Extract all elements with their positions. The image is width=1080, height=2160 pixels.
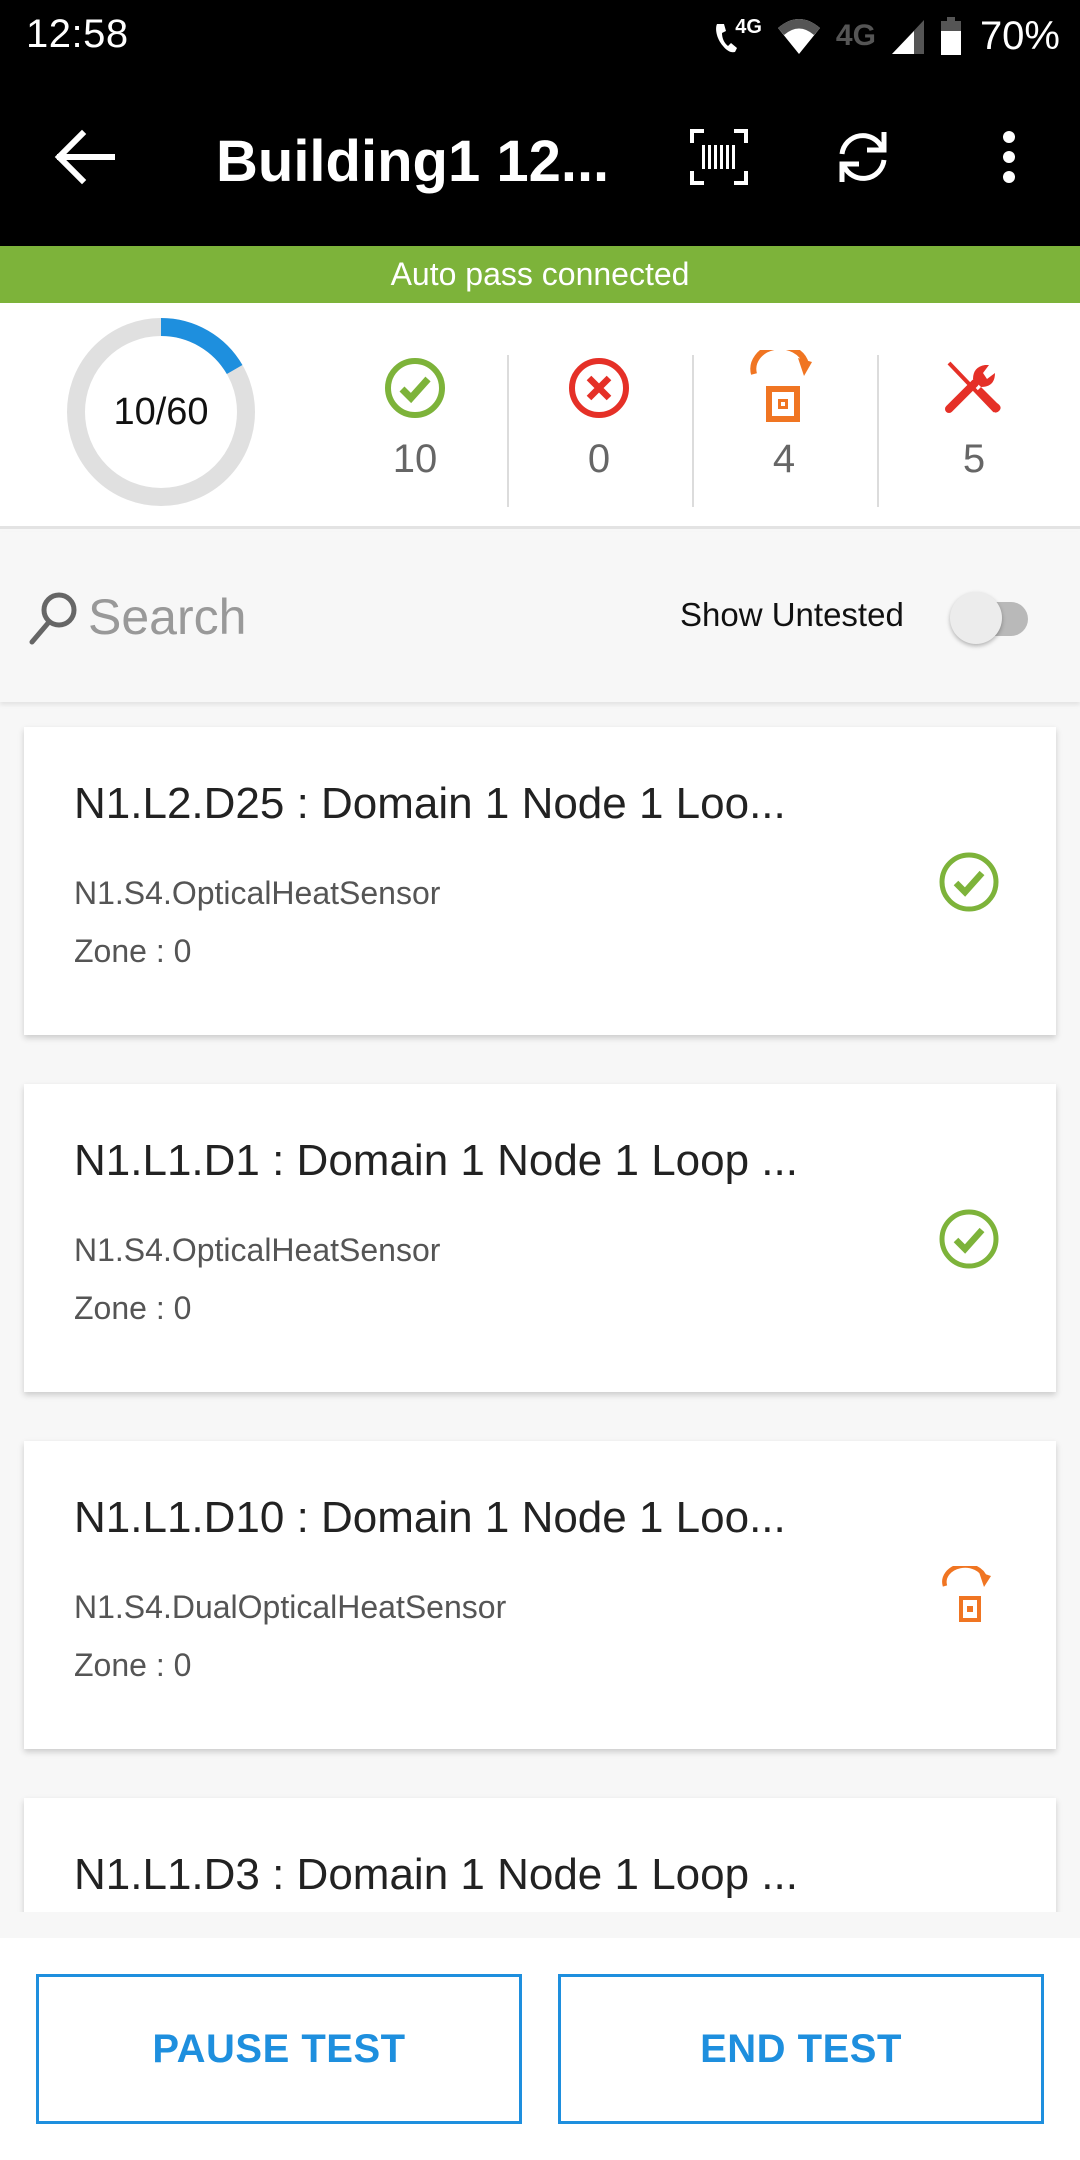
device-title: N1.L2.D25 : Domain 1 Node 1 Loo... (74, 779, 786, 828)
battery-percent: 70% (979, 13, 1060, 58)
skip-device-icon (750, 350, 812, 422)
x-circle-icon (569, 358, 629, 418)
signal-icon (890, 16, 926, 56)
passed-count: 10 (392, 437, 438, 481)
bottom-actions: PAUSE TEST END TEST (0, 1938, 1080, 2160)
data-network-label: 4G (835, 19, 876, 52)
arrow-left-icon (54, 129, 115, 185)
more-vert-icon (1003, 131, 1015, 183)
wifi-icon (776, 16, 822, 56)
pause-test-button[interactable]: PAUSE TEST (36, 1974, 522, 2124)
show-untested-toggle[interactable] (948, 588, 1034, 648)
page-title: Building1 12... (216, 129, 610, 194)
progress-ring: 10/60 (66, 317, 256, 507)
connection-banner: Auto pass connected (0, 246, 1080, 303)
check-circle-icon (939, 852, 999, 912)
device-card[interactable]: N1.L2.D25 : Domain 1 Node 1 Loo... N1.S4… (24, 727, 1056, 1035)
device-type: N1.S4.OpticalHeatSensor (74, 875, 441, 911)
failed-count: 0 (587, 437, 611, 481)
search-icon (29, 592, 77, 645)
device-title: N1.L1.D10 : Domain 1 Node 1 Loo... (74, 1493, 786, 1542)
stat-skipped[interactable]: 4 (692, 350, 876, 503)
status-time: 12:58 (26, 12, 129, 56)
device-list: N1.L2.D25 : Domain 1 Node 1 Loo... N1.S4… (0, 704, 1080, 1912)
search-bar: Show Untested (0, 532, 1080, 702)
status-icons: 4G 4G 70% (713, 14, 1060, 58)
device-zone: Zone : 0 (74, 1290, 192, 1326)
tools-icon (945, 361, 1001, 413)
stat-failed[interactable]: 0 (507, 353, 691, 503)
device-title: N1.L1.D1 : Domain 1 Node 1 Loop ... (74, 1136, 798, 1185)
stat-passed[interactable]: 10 (323, 353, 507, 503)
check-circle-icon (385, 358, 445, 418)
faults-count: 5 (962, 437, 986, 481)
app-bar: Building1 12... (0, 76, 1080, 246)
status-bar: 12:58 4G 4G 70% (0, 0, 1080, 76)
device-card[interactable]: N1.L1.D3 : Domain 1 Node 1 Loop ... (24, 1798, 1056, 1912)
device-type: N1.S4.OpticalHeatSensor (74, 1232, 441, 1268)
stat-divider (877, 355, 879, 507)
scan-barcode-button[interactable] (684, 122, 754, 192)
stat-faults[interactable]: 5 (882, 353, 1066, 503)
call-network-label: 4G (735, 16, 762, 38)
more-options-button[interactable] (974, 122, 1044, 192)
device-zone: Zone : 0 (74, 933, 192, 969)
progress-label: 10/60 (113, 391, 209, 433)
skip-device-icon (942, 1566, 991, 1622)
device-zone: Zone : 0 (74, 1647, 192, 1683)
test-summary: 10/60 10 0 4 5 (0, 303, 1080, 529)
back-button[interactable] (50, 122, 120, 192)
end-test-button[interactable]: END TEST (558, 1974, 1044, 2124)
volte-call-icon: 4G (713, 16, 762, 56)
device-type: N1.S4.DualOpticalHeatSensor (74, 1589, 507, 1625)
toggle-thumb (950, 592, 1002, 644)
device-title: N1.L1.D3 : Domain 1 Node 1 Loop ... (74, 1850, 798, 1899)
battery-icon (940, 16, 962, 56)
search-input[interactable] (88, 582, 608, 652)
refresh-icon (839, 132, 887, 182)
skipped-count: 4 (772, 437, 796, 481)
show-untested-label: Show Untested (680, 596, 904, 633)
check-circle-icon (939, 1209, 999, 1269)
refresh-button[interactable] (828, 122, 898, 192)
barcode-scan-icon (690, 129, 748, 185)
device-card[interactable]: N1.L1.D10 : Domain 1 Node 1 Loo... N1.S4… (24, 1441, 1056, 1749)
device-card[interactable]: N1.L1.D1 : Domain 1 Node 1 Loop ... N1.S… (24, 1084, 1056, 1392)
